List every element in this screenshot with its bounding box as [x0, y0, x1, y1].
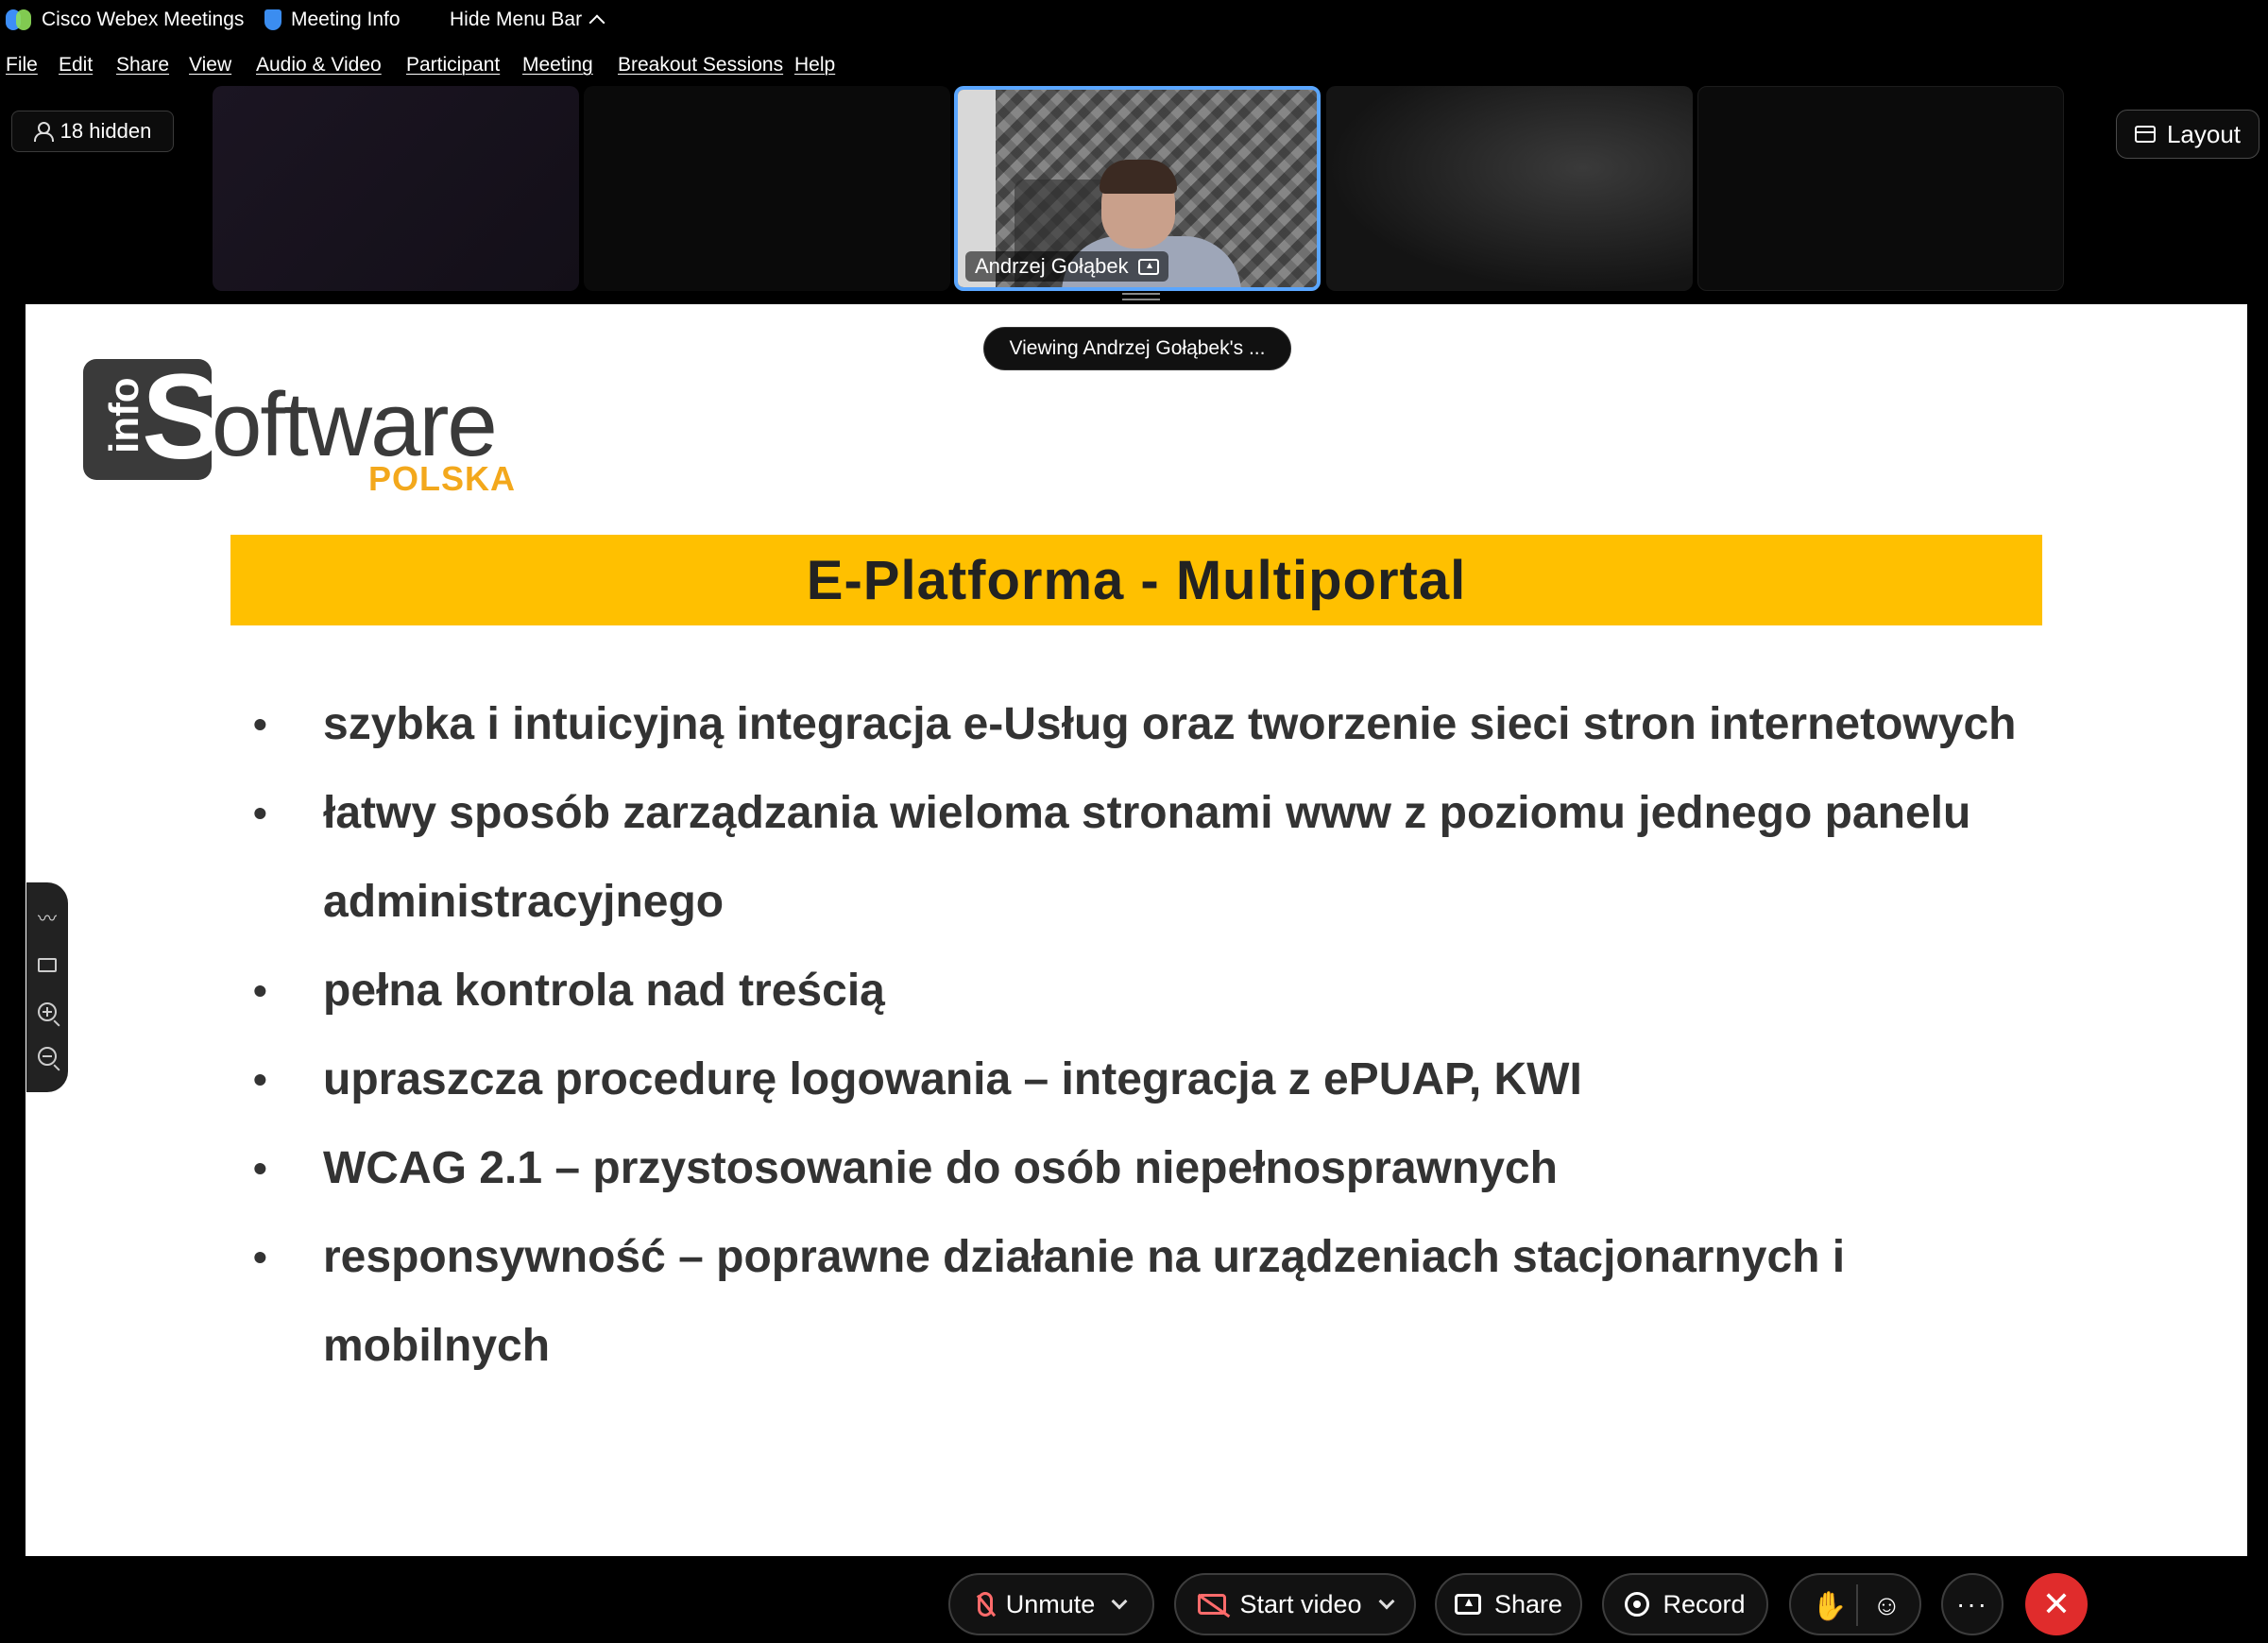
chevron-down-icon[interactable] [1378, 1593, 1395, 1610]
participant-name-tag: Andrzej Gołąbek [965, 251, 1168, 282]
menu-help[interactable]: Help [794, 54, 835, 77]
list-item: WCAG 2.1 – przystosowanie do osób niepeł… [247, 1124, 2042, 1213]
zoom-in-icon[interactable] [38, 1001, 57, 1021]
menu-meeting[interactable]: Meeting [522, 54, 593, 77]
hidden-participants-label: 18 hidden [60, 119, 152, 143]
logo-oftware-text: oftware [212, 374, 498, 475]
share-button[interactable]: Share [1435, 1573, 1582, 1635]
layout-label: Layout [2166, 119, 2242, 148]
video-tile[interactable] [1326, 86, 1693, 291]
app-name: Cisco Webex Meetings [42, 9, 245, 30]
layout-button[interactable]: Layout [2116, 110, 2259, 159]
video-tile[interactable] [1697, 86, 2064, 291]
annotation-toolbar: 〰 [26, 882, 68, 1092]
divider [1856, 1584, 1858, 1626]
record-button[interactable]: Record [1602, 1573, 1768, 1635]
chevron-down-icon[interactable] [1111, 1593, 1128, 1610]
layout-icon [2134, 126, 2156, 143]
list-item: upraszcza procedurę logowania – integrac… [247, 1035, 2042, 1124]
remote-control-icon[interactable] [37, 955, 58, 976]
camera-off-icon [1198, 1594, 1227, 1615]
hide-menu-bar-label: Hide Menu Bar [450, 9, 583, 30]
share-screen-icon [1454, 1594, 1481, 1615]
menu-file[interactable]: File [6, 54, 38, 77]
menu-participant[interactable]: Participant [406, 54, 500, 77]
list-item: responsywność – poprawne działanie na ur… [247, 1213, 2042, 1391]
list-item: pełna kontrola nad treścią [247, 947, 2042, 1035]
meeting-controls: Unmute Start video Share Record ✋ ☺ ··· … [0, 1556, 2268, 1643]
unmute-label: Unmute [1005, 1589, 1096, 1618]
zoom-out-icon[interactable] [38, 1047, 57, 1067]
hidden-participants-button[interactable]: 18 hidden [11, 111, 174, 152]
share-label: Share [1493, 1589, 1563, 1618]
unmute-button[interactable]: Unmute [948, 1573, 1154, 1635]
slide-bullet-list: szybka i intuicyjną integracja e-Usług o… [247, 680, 2042, 1391]
logo-polska-text: POLSKA [368, 459, 517, 498]
viewing-label: Viewing Andrzej Gołąbek's ... [1009, 337, 1266, 359]
webex-logo-icon [6, 9, 32, 30]
meeting-info-button[interactable]: Meeting Info [264, 6, 401, 34]
app-title: Cisco Webex Meetings [6, 6, 244, 34]
record-label: Record [1663, 1589, 1746, 1618]
sharing-icon [1137, 258, 1159, 275]
raise-hand-icon[interactable]: ✋ [1812, 1590, 1847, 1623]
record-icon [1625, 1592, 1650, 1617]
title-bar: Cisco Webex Meetings Meeting Info Hide M… [0, 0, 2268, 40]
start-video-label: Start video [1239, 1589, 1362, 1618]
participant-name: Andrzej Gołąbek [975, 254, 1129, 278]
viewing-share-indicator[interactable]: Viewing Andrzej Gołąbek's ... [983, 327, 1291, 370]
person-icon [33, 122, 54, 142]
list-item: szybka i intuicyjną integracja e-Usług o… [247, 680, 2042, 769]
menu-share[interactable]: Share [116, 54, 169, 77]
participant-hair [1100, 160, 1177, 194]
menu-audio-video[interactable]: Audio & Video [256, 54, 382, 77]
menu-bar: File Edit Share View Audio & Video Parti… [0, 49, 2268, 83]
microphone-muted-icon [977, 1592, 993, 1617]
leave-meeting-button[interactable]: ✕ [2025, 1573, 2088, 1635]
video-tile[interactable] [584, 86, 950, 291]
reactions-icon[interactable]: ☺ [1872, 1590, 1901, 1622]
menu-breakout-sessions[interactable]: Breakout Sessions [618, 54, 783, 77]
slide-title: E-Platforma - Multiportal [230, 535, 2042, 625]
video-tile[interactable] [213, 86, 579, 291]
menu-edit[interactable]: Edit [59, 54, 93, 77]
edge-mark [2248, 1497, 2254, 1514]
menu-view[interactable]: View [189, 54, 231, 77]
hide-menu-bar-button[interactable]: Hide Menu Bar [450, 6, 605, 34]
logo-s-letter: S [142, 350, 223, 485]
active-speaker-tile[interactable]: Andrzej Gołąbek [954, 86, 1321, 291]
reactions-group: ✋ ☺ [1789, 1573, 1921, 1635]
list-item: łatwy sposób zarządzania wieloma stronam… [247, 769, 2042, 947]
meeting-info-label: Meeting Info [291, 9, 401, 30]
shield-icon [264, 9, 281, 30]
resize-handle[interactable] [1122, 293, 1160, 300]
start-video-button[interactable]: Start video [1174, 1573, 1416, 1635]
chevron-up-icon [588, 14, 605, 31]
annotate-icon[interactable]: 〰 [37, 909, 58, 930]
more-options-button[interactable]: ··· [1941, 1573, 2004, 1635]
